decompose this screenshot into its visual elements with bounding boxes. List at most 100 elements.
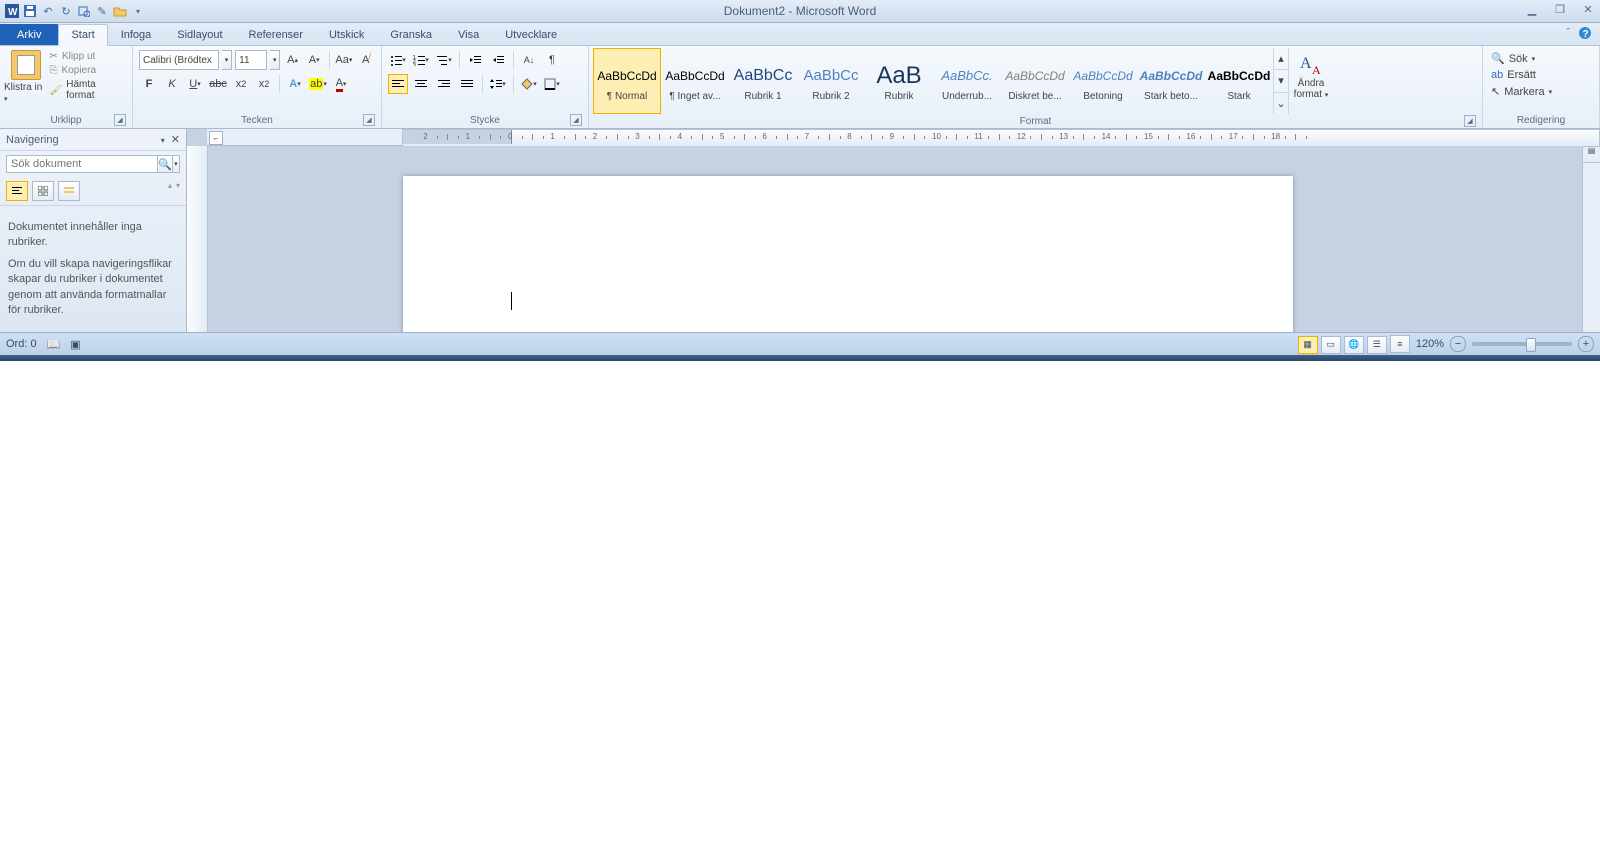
format-painter-button[interactable]: 🖌Hämta format (48, 78, 128, 102)
navpane-tab-results[interactable] (58, 181, 80, 201)
clear-formatting-button[interactable]: A⧸ (356, 50, 375, 70)
tab-references[interactable]: Referenser (236, 24, 316, 45)
bold-button[interactable]: F (139, 74, 159, 94)
font-name-input[interactable]: Calibri (Brödtex (139, 50, 219, 70)
style-item-6[interactable]: AaBbCcDdDiskret be... (1001, 48, 1069, 114)
line-spacing-button[interactable]: ▾ (488, 74, 508, 94)
tab-mailings[interactable]: Utskick (316, 24, 377, 45)
styles-scroll-down[interactable]: ▾ (1274, 70, 1288, 92)
style-item-7[interactable]: AaBbCcDdBetoning (1069, 48, 1137, 114)
borders-button[interactable]: ▾ (542, 74, 562, 94)
tab-insert[interactable]: Infoga (108, 24, 165, 45)
style-item-4[interactable]: AaBRubrik (865, 48, 933, 114)
tab-review[interactable]: Granska (377, 24, 445, 45)
ruler-horizontal[interactable]: ⌐ 210123456789101112131415161718 (207, 129, 1600, 146)
qat-btn-2[interactable]: ✎ (94, 3, 110, 19)
undo-button[interactable]: ↶ (40, 3, 56, 19)
bullets-button[interactable]: ▾ (388, 50, 408, 70)
page-area[interactable] (208, 146, 1582, 332)
spell-check-icon[interactable]: 📖 (47, 338, 61, 351)
text-effects-button[interactable]: A▾ (285, 74, 305, 94)
qat-btn-1[interactable] (76, 3, 92, 19)
minimize-button[interactable]: ▁ (1524, 2, 1540, 16)
maximize-button[interactable]: ❐ (1552, 2, 1568, 16)
increase-indent-button[interactable] (488, 50, 508, 70)
ribbon-minimize-icon[interactable]: ˆ (1566, 27, 1570, 39)
subscript-button[interactable]: x2 (231, 74, 251, 94)
font-dialog-launcher[interactable]: ◢ (363, 114, 375, 126)
font-size-dropdown[interactable]: ▾ (270, 50, 280, 70)
styles-scroll-up[interactable]: ▴ (1274, 48, 1288, 70)
zoom-out-button[interactable]: − (1450, 336, 1466, 352)
align-left-button[interactable] (388, 74, 408, 94)
help-icon[interactable]: ? (1578, 26, 1592, 40)
navpane-menu[interactable]: ▾ (161, 136, 165, 145)
vertical-scrollbar[interactable]: ▤ (1582, 146, 1600, 332)
zoom-slider[interactable] (1472, 342, 1572, 346)
zoom-in-button[interactable]: + (1578, 336, 1594, 352)
style-item-8[interactable]: AaBbCcDdStark beto... (1137, 48, 1205, 114)
style-item-2[interactable]: AaBbCcRubrik 1 (729, 48, 797, 114)
shading-button[interactable]: ▾ (519, 74, 539, 94)
styles-dialog-launcher[interactable]: ◢ (1464, 115, 1476, 127)
style-item-5[interactable]: AaBbCc.Underrub... (933, 48, 1001, 114)
grow-font-button[interactable]: A▴ (283, 50, 302, 70)
navpane-next[interactable]: ▾ (176, 181, 180, 201)
paste-button[interactable]: Klistra in ▾ (4, 48, 48, 113)
change-case-button[interactable]: Aa▾ (334, 50, 353, 70)
macro-icon[interactable]: ▣ (70, 338, 80, 351)
word-icon[interactable]: W (4, 3, 20, 19)
font-size-input[interactable]: 11 (235, 50, 267, 70)
style-item-1[interactable]: AaBbCcDd¶ Inget av... (661, 48, 729, 114)
navpane-prev[interactable]: ▴ (168, 181, 172, 201)
zoom-level[interactable]: 120% (1416, 338, 1444, 350)
save-button[interactable] (22, 3, 38, 19)
qat-customize[interactable]: ▾ (130, 3, 146, 19)
show-marks-button[interactable]: ¶ (542, 50, 562, 70)
numbering-button[interactable]: 123▾ (411, 50, 431, 70)
word-count[interactable]: Ord: 0 (6, 338, 37, 350)
navpane-search-menu[interactable]: ▾ (173, 155, 180, 173)
tab-developer[interactable]: Utvecklare (492, 24, 570, 45)
document-page[interactable] (403, 176, 1293, 332)
clipboard-dialog-launcher[interactable]: ◢ (114, 114, 126, 126)
tab-pagelayout[interactable]: Sidlayout (164, 24, 235, 45)
justify-button[interactable] (457, 74, 477, 94)
navpane-tab-headings[interactable] (6, 181, 28, 201)
change-styles-button[interactable]: AA Ändra format ▾ (1288, 48, 1333, 114)
sort-button[interactable]: A↓ (519, 50, 539, 70)
italic-button[interactable]: K (162, 74, 182, 94)
tab-view[interactable]: Visa (445, 24, 492, 45)
shrink-font-button[interactable]: A▾ (305, 50, 324, 70)
close-button[interactable]: ✕ (1580, 2, 1596, 16)
font-color-button[interactable]: A▾ (331, 74, 351, 94)
style-item-0[interactable]: AaBbCcDd¶ Normal (593, 48, 661, 114)
find-button[interactable]: 🔍Sök ▾ (1487, 50, 1595, 67)
replace-button[interactable]: abErsätt (1487, 67, 1595, 83)
view-web-layout[interactable]: 🌐 (1344, 336, 1364, 354)
tab-file[interactable]: Arkiv (0, 24, 58, 45)
paragraph-dialog-launcher[interactable]: ◢ (570, 114, 582, 126)
font-name-dropdown[interactable]: ▾ (222, 50, 232, 70)
redo-button[interactable]: ↻ (58, 3, 74, 19)
style-gallery[interactable]: AaBbCcDd¶ NormalAaBbCcDd¶ Inget av...AaB… (593, 48, 1273, 114)
align-center-button[interactable] (411, 74, 431, 94)
select-button[interactable]: ↖Markera ▾ (1487, 83, 1595, 100)
navpane-close[interactable]: ✕ (171, 134, 180, 146)
navpane-tab-pages[interactable] (32, 181, 54, 201)
decrease-indent-button[interactable] (465, 50, 485, 70)
view-print-layout[interactable]: ▦ (1298, 336, 1318, 354)
strikethrough-button[interactable]: abc (208, 74, 228, 94)
style-item-3[interactable]: AaBbCcRubrik 2 (797, 48, 865, 114)
ruler-vertical[interactable] (187, 146, 208, 332)
styles-expand[interactable]: ⌄ (1274, 93, 1288, 114)
style-item-9[interactable]: AaBbCcDdStark (1205, 48, 1273, 114)
ruler-toggle[interactable]: ▤ (1583, 146, 1600, 163)
superscript-button[interactable]: x2 (254, 74, 274, 94)
multilevel-list-button[interactable]: ▾ (434, 50, 454, 70)
tab-selector[interactable]: ⌐ (209, 131, 223, 145)
navpane-search-input[interactable] (6, 155, 158, 173)
navpane-search-button[interactable]: 🔍 (158, 155, 173, 173)
qat-open-button[interactable] (112, 3, 128, 19)
copy-button[interactable]: ⎘Kopiera (48, 64, 128, 77)
